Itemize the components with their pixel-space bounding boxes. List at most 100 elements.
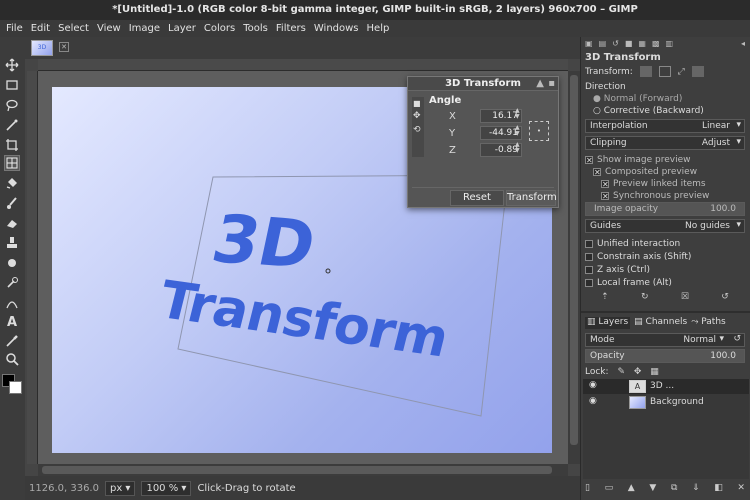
x-spin-icon[interactable]: ▲ ▼ — [515, 108, 520, 120]
menu-help[interactable]: Help — [363, 23, 394, 34]
transform-layer-icon[interactable] — [639, 66, 652, 77]
path-icon[interactable] — [4, 295, 20, 311]
zoom-select[interactable]: 100 % ▾ — [141, 480, 192, 496]
menu-edit[interactable]: Edit — [27, 23, 54, 34]
lasso-icon[interactable] — [4, 97, 20, 113]
image-opacity-slider[interactable]: Image opacity 100.0 — [585, 202, 745, 216]
reset-button[interactable]: Reset — [450, 190, 504, 206]
eraser-icon[interactable] — [4, 215, 20, 231]
undo-history-tab-icon[interactable]: ↺ — [612, 39, 619, 51]
angle-trackball-icon[interactable]: • — [529, 121, 549, 141]
color-picker-icon[interactable] — [4, 333, 20, 349]
menu-filters[interactable]: Filters — [272, 23, 310, 34]
layer-row[interactable]: ◉ A 3D ... — [583, 379, 749, 394]
save-options-icon[interactable]: ⇡ — [601, 292, 609, 306]
lock-pixels-icon[interactable]: ✎ — [617, 367, 625, 377]
delete-options-icon[interactable]: ☒ — [681, 292, 689, 306]
layer-mode-select[interactable]: Mode Normal ▾ ↺ — [585, 333, 745, 347]
lower-layer-icon[interactable]: ▼ — [649, 483, 656, 497]
layers-tab[interactable]: ▥ Layers — [585, 317, 631, 329]
dock-menu-icon[interactable]: ◂ — [741, 39, 745, 51]
device-status-tab-icon[interactable]: ▤ — [599, 39, 607, 51]
reset-options-icon[interactable]: ↺ — [721, 292, 729, 306]
menu-colors[interactable]: Colors — [200, 23, 239, 34]
fuzzy-select-icon[interactable] — [4, 117, 20, 133]
new-group-icon[interactable]: ▭ — [605, 483, 614, 497]
tool-options-tab-icon[interactable]: ▣ — [585, 39, 593, 51]
merge-layer-icon[interactable]: ⇓ — [692, 483, 700, 497]
menu-image[interactable]: Image — [125, 23, 164, 34]
channels-tab[interactable]: ▤ Channels — [634, 317, 687, 329]
restore-options-icon[interactable]: ↻ — [641, 292, 649, 306]
dodge-icon[interactable] — [4, 275, 20, 291]
patterns-tab-icon[interactable]: ▩ — [652, 39, 660, 51]
interpolation-select[interactable]: Interpolation Linear ▾ — [585, 119, 745, 133]
dialog-menu-icon[interactable]: ▲ — [536, 77, 544, 91]
horizontal-scrollbar[interactable] — [38, 464, 568, 476]
visibility-eye-icon[interactable]: ◉ — [589, 396, 597, 406]
lock-position-icon[interactable]: ✥ — [634, 367, 642, 377]
raise-layer-icon[interactable]: ▲ — [628, 483, 635, 497]
zoom-icon[interactable] — [4, 351, 20, 367]
transform-selection-icon[interactable] — [658, 66, 671, 77]
dialog-close-icon[interactable]: ▪ — [548, 77, 555, 91]
horizontal-scroll-thumb[interactable] — [42, 466, 552, 474]
vertical-scroll-thumb[interactable] — [570, 75, 578, 445]
crop-icon[interactable] — [4, 137, 20, 153]
bucket-fill-icon[interactable] — [4, 175, 20, 191]
unit-select[interactable]: px ▾ — [104, 480, 136, 496]
move-tool-icon[interactable] — [4, 57, 20, 73]
rect-select-icon[interactable] — [4, 77, 20, 93]
chevron-down-icon: ▾ — [736, 220, 741, 230]
new-layer-icon[interactable]: ▯ — [585, 483, 590, 497]
transform-image-icon[interactable] — [691, 66, 704, 77]
mask-layer-icon[interactable]: ◧ — [714, 483, 723, 497]
menu-view[interactable]: View — [93, 23, 125, 34]
transform-button[interactable]: Transform — [506, 190, 557, 206]
transform-pivot-icon[interactable] — [325, 268, 331, 274]
images-tab-icon[interactable]: ■ — [625, 39, 633, 51]
paintbrush-icon[interactable] — [4, 195, 20, 211]
clone-icon[interactable] — [4, 235, 20, 251]
image-tab-thumbnail[interactable]: 3D — [31, 40, 53, 56]
brushes-tab-icon[interactable]: ▦ — [638, 39, 646, 51]
menu-windows[interactable]: Windows — [310, 23, 363, 34]
layer-opacity-slider[interactable]: Opacity 100.0 — [585, 349, 745, 363]
clipping-select[interactable]: Clipping Adjust ▾ — [585, 136, 745, 150]
menu-select[interactable]: Select — [54, 23, 93, 34]
smudge-icon[interactable] — [4, 255, 20, 271]
z-axis-checkbox[interactable]: Z axis (Ctrl) — [585, 263, 745, 277]
gradients-tab-icon[interactable]: ▥ — [666, 39, 674, 51]
local-frame-checkbox[interactable]: Local frame (Alt) — [585, 276, 745, 290]
camera-icon[interactable]: ■ — [413, 99, 421, 108]
rotate-axis-icon[interactable]: ⟲ — [413, 125, 421, 135]
delete-layer-icon[interactable]: ✕ — [737, 483, 745, 497]
lock-alpha-icon[interactable]: ▦ — [650, 367, 659, 377]
y-spin-icon[interactable]: ▲ ▼ — [515, 125, 520, 137]
mode-reset-icon[interactable]: ↺ — [733, 334, 741, 344]
vertical-scrollbar[interactable] — [568, 71, 580, 464]
transform-path-icon[interactable]: ⤢ — [677, 65, 684, 79]
unified-interaction-checkbox[interactable]: Unified interaction — [585, 237, 745, 251]
close-tab-icon[interactable]: ✕ — [59, 42, 69, 52]
direction-corrective-radio[interactable]: ○ Corrective (Backward) — [585, 104, 745, 118]
x-label: X — [449, 111, 456, 122]
constrain-axis-checkbox[interactable]: Constrain axis (Shift) — [585, 250, 745, 264]
text-tool-icon[interactable]: A — [4, 313, 20, 329]
move-axis-icon[interactable]: ✥ — [413, 111, 421, 121]
background-color-swatch[interactable] — [9, 381, 22, 394]
dock-separator[interactable] — [581, 311, 750, 313]
synchronous-preview-checkbox[interactable]: Synchronous preview — [585, 189, 745, 204]
menu-layer[interactable]: Layer — [164, 23, 200, 34]
transform-3d-icon[interactable] — [4, 155, 20, 171]
menu-tools[interactable]: Tools — [239, 23, 272, 34]
paths-tab[interactable]: ⤳ Paths — [691, 317, 726, 329]
visibility-eye-icon[interactable]: ◉ — [589, 380, 597, 390]
duplicate-layer-icon[interactable]: ⧉ — [671, 483, 677, 497]
menu-file[interactable]: File — [2, 23, 27, 34]
dialog-title-bar[interactable]: 3D Transform ▲ ▪ — [408, 77, 558, 91]
z-spin-icon[interactable]: ▲ ▼ — [515, 142, 520, 154]
tool-options-title: 3D Transform — [585, 52, 661, 63]
guides-select[interactable]: Guides No guides ▾ — [585, 219, 745, 233]
layer-row[interactable]: ◉ Background — [583, 395, 749, 410]
